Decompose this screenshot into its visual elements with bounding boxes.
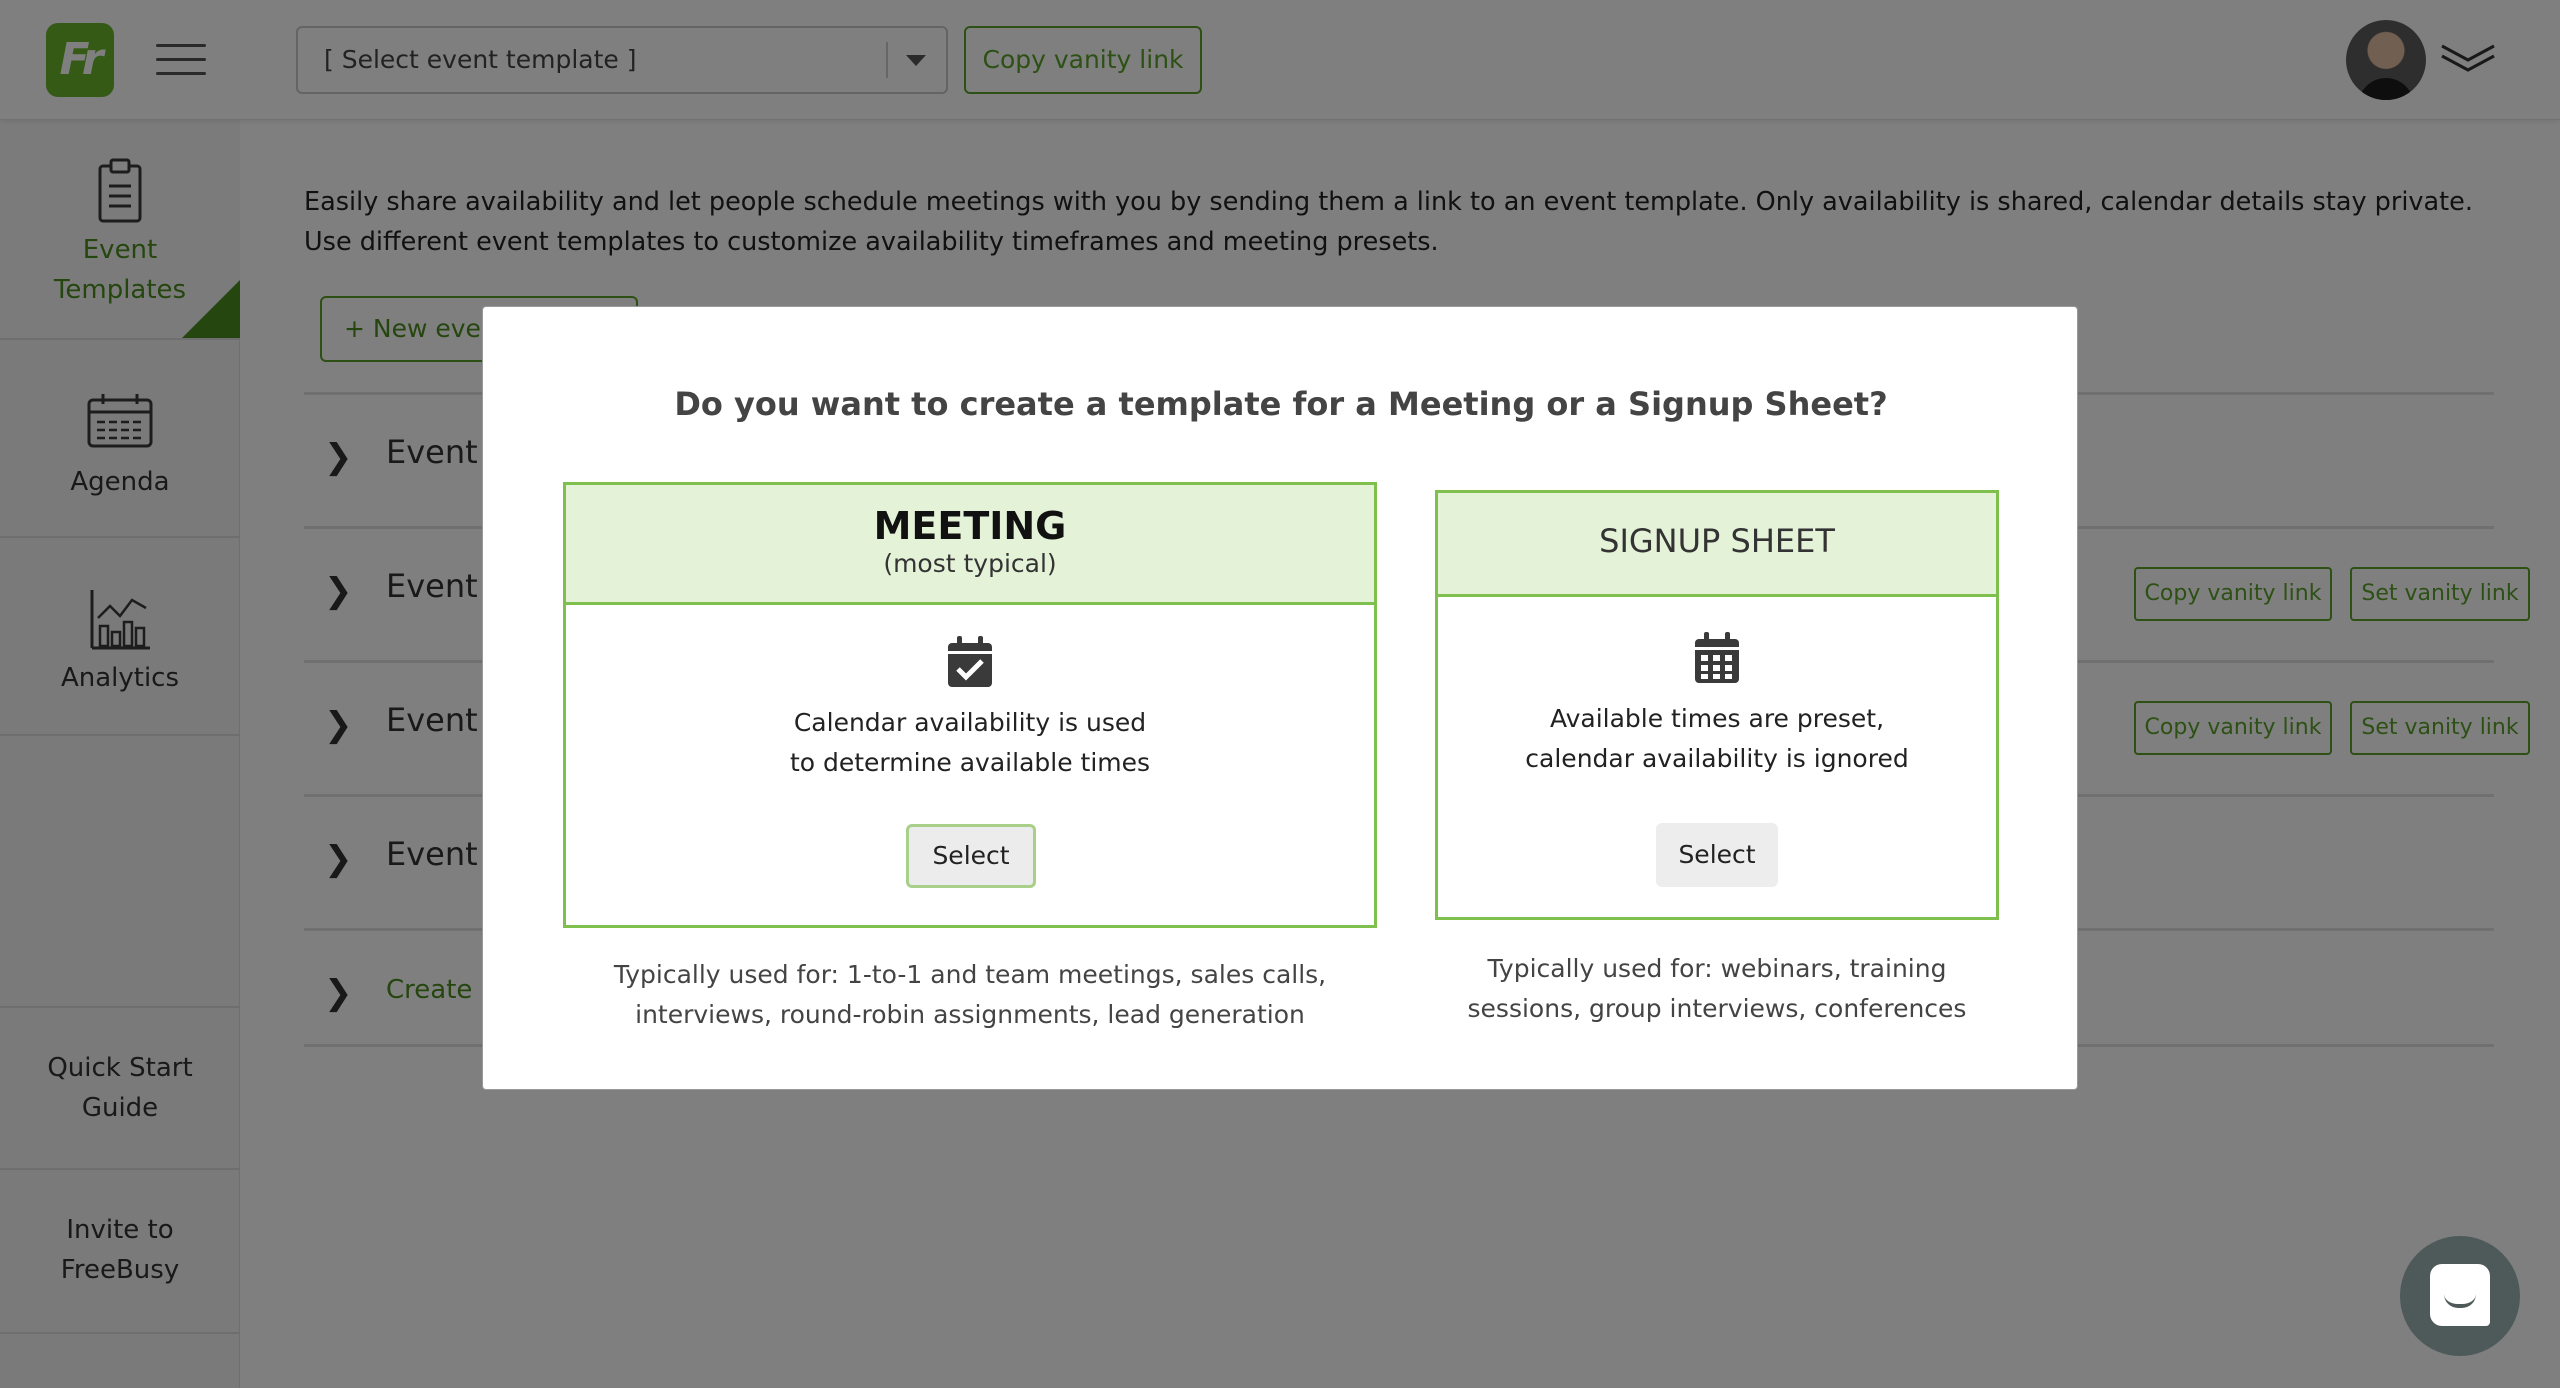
modal-title: Do you want to create a template for a M…: [674, 385, 1888, 423]
meeting-card-title: MEETING: [873, 504, 1067, 548]
signup-sheet-option-card[interactable]: SIGNUP SHEET Available times are preset,…: [1435, 490, 1999, 920]
select-meeting-button[interactable]: Select: [906, 824, 1036, 888]
meeting-usage-text: Typically used for: 1-to-1 and team meet…: [563, 955, 1377, 1035]
select-signup-sheet-button[interactable]: Select: [1656, 823, 1778, 887]
signup-card-description: calendar availability is ignored: [1525, 744, 1909, 773]
usage-line: Typically used for: webinars, training: [1487, 954, 1947, 983]
meeting-option-card[interactable]: MEETING (most typical) Calendar availabi…: [563, 482, 1377, 928]
meeting-card-header: MEETING (most typical): [566, 485, 1374, 605]
meeting-card-description: Calendar availability is used: [793, 708, 1147, 737]
signup-usage-text: Typically used for: webinars, training s…: [1435, 949, 1999, 1029]
calendar-check-icon: [948, 636, 992, 687]
signup-card-body: Available times are preset, calendar ava…: [1438, 631, 1996, 779]
chat-icon: [2430, 1264, 2490, 1326]
template-type-modal: Do you want to create a template for a M…: [482, 306, 2078, 1090]
meeting-card-body: Calendar availability is used to determi…: [566, 635, 1374, 783]
signup-card-description: Available times are preset,: [1549, 704, 1885, 733]
signup-card-title: SIGNUP SHEET: [1599, 522, 1835, 560]
meeting-card-subtitle: (most typical): [883, 549, 1057, 578]
usage-line: sessions, group interviews, conferences: [1467, 994, 1967, 1023]
calendar-grid-icon: [1695, 632, 1739, 683]
usage-line: Typically used for: 1-to-1 and team meet…: [613, 960, 1327, 989]
chat-launcher-button[interactable]: [2400, 1236, 2520, 1356]
meeting-card-description: to determine available times: [789, 748, 1151, 777]
usage-line: interviews, round-robin assignments, lea…: [635, 1000, 1305, 1029]
signup-card-header: SIGNUP SHEET: [1438, 493, 1996, 597]
